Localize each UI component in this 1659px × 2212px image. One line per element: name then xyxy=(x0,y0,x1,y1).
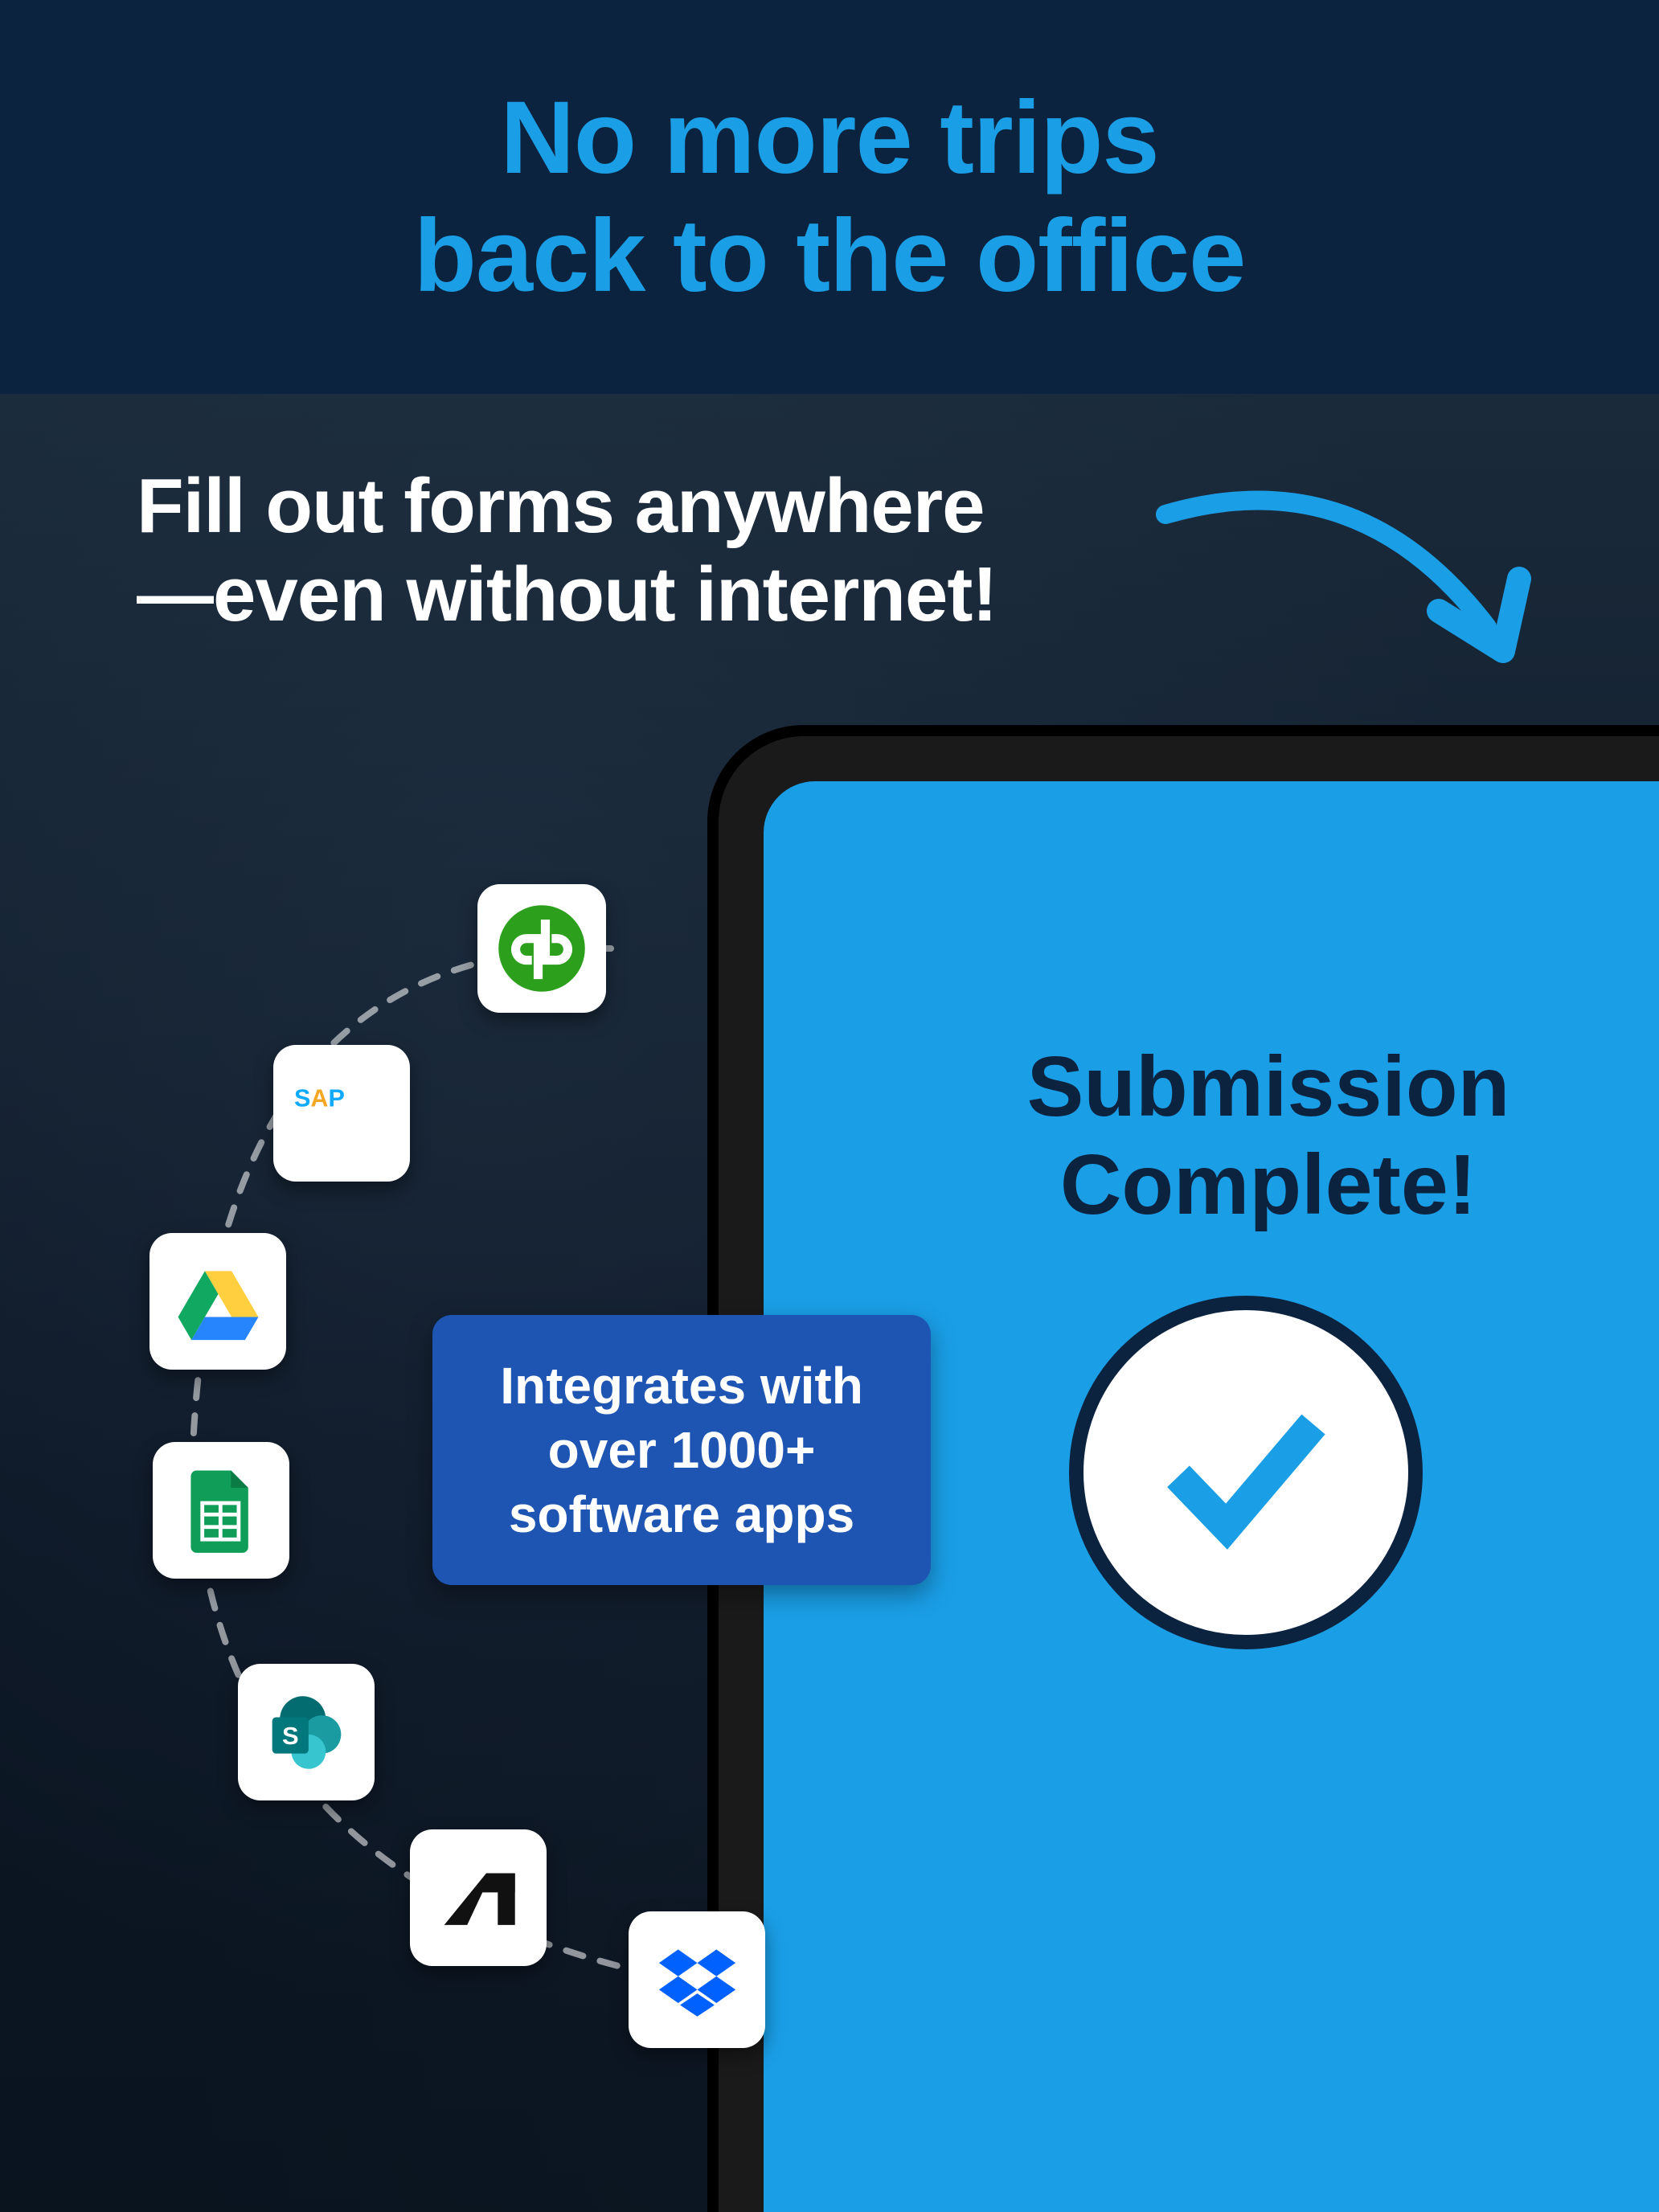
google-sheets-icon xyxy=(153,1442,289,1579)
headline-line1: No more trips xyxy=(500,80,1158,195)
sap-icon: SAP xyxy=(273,1045,410,1182)
integrates-line2: over 1000+ xyxy=(548,1421,816,1479)
autodesk-icon xyxy=(410,1829,547,1966)
submission-line1: Submission xyxy=(1027,1039,1510,1134)
submission-line2: Complete! xyxy=(1060,1137,1477,1232)
submission-complete-text: Submission Complete! xyxy=(764,1038,1659,1235)
headline: No more trips back to the office xyxy=(414,79,1246,315)
svg-text:S: S xyxy=(281,1721,298,1749)
svg-text:SAP: SAP xyxy=(294,1084,345,1112)
checkmark-icon xyxy=(1149,1376,1342,1569)
top-banner: No more trips back to the office xyxy=(0,0,1659,394)
subheading-line2: —even without internet! xyxy=(137,551,997,637)
subheading-line1: Fill out forms anywhere xyxy=(137,463,985,549)
integrates-badge: Integrates with over 1000+ software apps xyxy=(432,1315,931,1585)
curved-arrow-icon xyxy=(1149,466,1551,691)
integrates-line3: software apps xyxy=(509,1485,854,1543)
dropbox-icon xyxy=(629,1911,765,2048)
sap-label: SAP xyxy=(294,1066,390,1161)
checkmark-circle xyxy=(1069,1296,1423,1649)
integrates-line1: Integrates with xyxy=(500,1357,863,1415)
subheading: Fill out forms anywhere —even without in… xyxy=(137,462,997,640)
headline-line2: back to the office xyxy=(414,199,1246,313)
sharepoint-icon: S xyxy=(238,1664,375,1800)
quickbooks-icon xyxy=(477,884,606,1013)
google-drive-icon xyxy=(150,1233,286,1370)
